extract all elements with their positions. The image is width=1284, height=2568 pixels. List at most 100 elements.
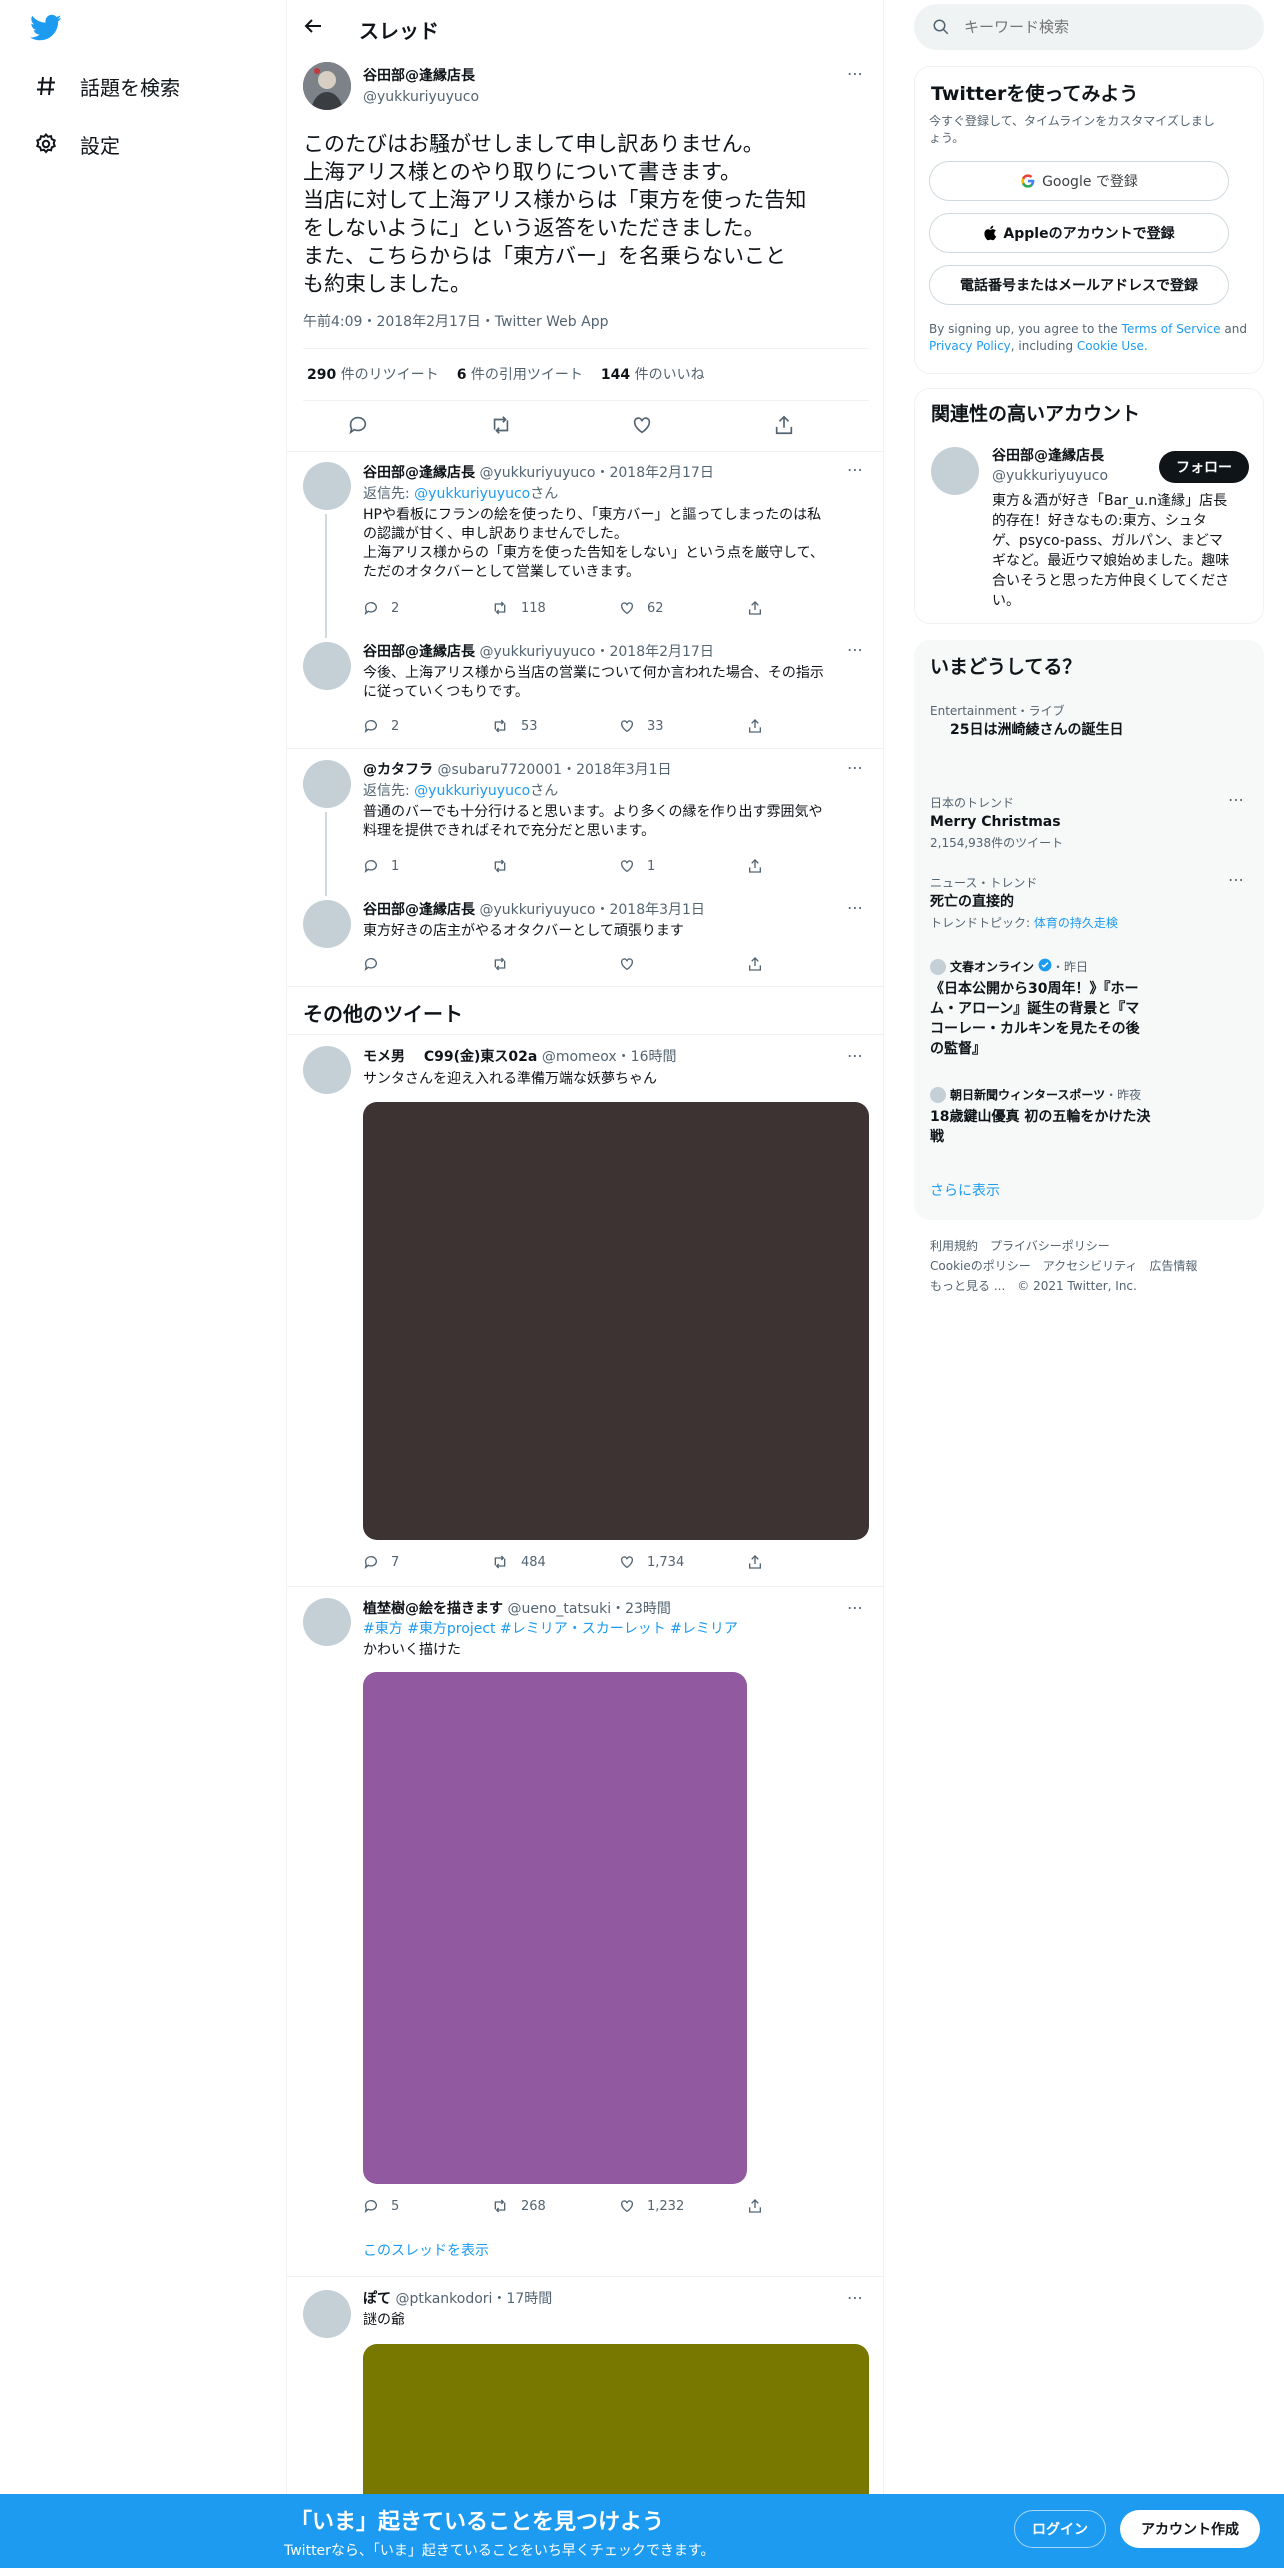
share-button[interactable] bbox=[747, 600, 875, 616]
retweet-button[interactable] bbox=[491, 956, 619, 972]
footer-link[interactable]: 利用規約 bbox=[930, 1236, 978, 1256]
footer-link[interactable]: プライバシーポリシー bbox=[990, 1236, 1110, 1256]
more-options-icon[interactable]: ⋯ bbox=[847, 1598, 864, 1617]
share-button[interactable] bbox=[747, 718, 875, 734]
trend-item[interactable]: ニュース・トレンド 死亡の直接的 トレンドトピック: 体育の持久走検 bbox=[930, 874, 1250, 931]
show-thread-link[interactable]: このスレッドを表示 bbox=[363, 2242, 489, 2261]
footer-more-link[interactable]: もっと見る ... bbox=[930, 1276, 1005, 1296]
reply-meta[interactable]: @yukkuriyuyuco・2018年2月17日 bbox=[479, 644, 713, 660]
avatar[interactable] bbox=[931, 447, 979, 495]
more-options-icon[interactable]: ⋯ bbox=[847, 64, 864, 83]
more-options-icon[interactable]: ⋯ bbox=[847, 758, 864, 777]
trend-item[interactable]: Entertainment・ライブ 25日は洲崎綾さんの誕生日 bbox=[930, 702, 1250, 740]
reply-button[interactable]: 2 bbox=[363, 600, 491, 616]
news-item[interactable]: 文春オンライン ・昨日 《日本公開から30周年！》『ホー ム・アローン』誕生の背景… bbox=[930, 958, 1160, 1059]
reply-meta[interactable]: @yukkuriyuyuco・2018年3月1日 bbox=[479, 902, 704, 918]
tweet-timestamp[interactable]: 午前4:09・2018年2月17日・Twitter Web App bbox=[303, 313, 608, 332]
more-options-icon[interactable]: ⋯ bbox=[847, 640, 864, 659]
trend-more-icon[interactable]: ⋯ bbox=[1228, 790, 1245, 809]
reply-to-link[interactable]: @yukkuriyuyuco bbox=[414, 486, 530, 502]
like-icon[interactable] bbox=[631, 414, 653, 440]
like-count[interactable]: 144 件のいいね bbox=[601, 366, 705, 385]
share-button[interactable] bbox=[747, 956, 875, 972]
share-button[interactable] bbox=[747, 2198, 875, 2214]
hashtag-link[interactable]: #東方 bbox=[363, 1621, 403, 1637]
like-button[interactable]: 62 bbox=[619, 600, 747, 616]
apple-signup-button[interactable]: Appleのアカウントで登録 bbox=[929, 213, 1229, 253]
quote-count[interactable]: 6 件の引用ツイート bbox=[457, 366, 583, 385]
reply-author-name[interactable]: 谷田部@逢縁店長 bbox=[363, 465, 475, 481]
terms-link[interactable]: Terms of Service bbox=[1122, 322, 1221, 336]
retweet-button[interactable]: 118 bbox=[491, 600, 619, 616]
author-handle[interactable]: @yukkuriyuyuco bbox=[363, 88, 479, 107]
reply-button[interactable]: 2 bbox=[363, 718, 491, 734]
google-signup-button[interactable]: Google で登録 bbox=[929, 161, 1229, 201]
related-handle[interactable]: @yukkuriyuyuco bbox=[992, 467, 1108, 486]
avatar[interactable] bbox=[303, 62, 351, 110]
retweet-icon[interactable] bbox=[489, 414, 513, 440]
reply-button[interactable]: 7 bbox=[363, 1554, 491, 1570]
phone-email-signup-button[interactable]: 電話番号またはメールアドレスで登録 bbox=[929, 265, 1229, 305]
like-button[interactable]: 1,232 bbox=[619, 2198, 747, 2214]
share-icon[interactable] bbox=[773, 414, 795, 440]
tweet-media-image[interactable] bbox=[363, 1102, 869, 1540]
nav-explore[interactable]: 話題を検索 bbox=[30, 62, 180, 110]
hashtag-link[interactable]: #東方project bbox=[407, 1621, 495, 1637]
privacy-link[interactable]: Privacy Policy bbox=[929, 339, 1011, 353]
show-more-link[interactable]: さらに表示 bbox=[930, 1182, 1000, 1201]
back-arrow-icon[interactable] bbox=[301, 14, 325, 42]
retweet-count[interactable]: 290 件のリツイート bbox=[307, 366, 439, 385]
more-options-icon[interactable]: ⋯ bbox=[847, 1046, 864, 1065]
avatar[interactable] bbox=[303, 1046, 351, 1094]
reply-author-name[interactable]: 谷田部@逢縁店長 bbox=[363, 902, 475, 918]
related-name[interactable]: 谷田部@逢縁店長 bbox=[992, 447, 1104, 466]
reply-to-link[interactable]: @yukkuriyuyuco bbox=[414, 783, 530, 799]
avatar[interactable] bbox=[303, 2290, 351, 2338]
footer-link[interactable]: Cookieのポリシー bbox=[930, 1256, 1031, 1276]
follow-button[interactable]: フォロー bbox=[1159, 451, 1249, 483]
tweet-author-name[interactable]: モメ男 C99(金)東ス02a bbox=[363, 1049, 537, 1065]
reply-meta[interactable]: @yukkuriyuyuco・2018年2月17日 bbox=[479, 465, 713, 481]
avatar[interactable] bbox=[303, 462, 351, 510]
news-item[interactable]: 朝日新聞ウィンタースポーツ ・昨夜 18歳鍵山優真 初の五輪をかけた決 戦 bbox=[930, 1086, 1170, 1147]
reply-button[interactable]: 5 bbox=[363, 2198, 491, 2214]
trend-topic-link[interactable]: 体育の持久走検 bbox=[1034, 916, 1118, 930]
more-options-icon[interactable]: ⋯ bbox=[847, 460, 864, 479]
avatar[interactable] bbox=[303, 642, 351, 690]
hashtag-link[interactable]: #レミリア bbox=[670, 1621, 738, 1637]
like-button[interactable]: 33 bbox=[619, 718, 747, 734]
tweet-author-name[interactable]: 植埜樹@絵を描きます bbox=[363, 1601, 503, 1617]
share-button[interactable] bbox=[747, 858, 875, 874]
tweet-media-image[interactable] bbox=[363, 2344, 869, 2494]
search-input[interactable] bbox=[964, 18, 1224, 36]
more-options-icon[interactable]: ⋯ bbox=[847, 898, 864, 917]
twitter-logo-icon[interactable] bbox=[30, 14, 62, 46]
retweet-button[interactable] bbox=[491, 858, 619, 874]
tweet-author-name[interactable]: ぽて bbox=[363, 2291, 391, 2307]
footer-link[interactable]: アクセシビリティ bbox=[1043, 1256, 1138, 1276]
reply-button[interactable]: 1 bbox=[363, 858, 491, 874]
avatar[interactable] bbox=[303, 760, 351, 808]
tweet-meta[interactable]: @momeox・16時間 bbox=[542, 1049, 677, 1065]
create-account-button[interactable]: アカウント作成 bbox=[1120, 2510, 1260, 2548]
hashtag-link[interactable]: #レミリア・スカーレット bbox=[500, 1621, 666, 1637]
like-button[interactable]: 1 bbox=[619, 858, 747, 874]
tweet-meta[interactable]: @ueno_tatsuki・23時間 bbox=[507, 1601, 670, 1617]
like-button[interactable]: 1,734 bbox=[619, 1554, 747, 1570]
cookie-link[interactable]: Cookie Use. bbox=[1077, 339, 1148, 353]
author-name[interactable]: 谷田部@逢縁店長 bbox=[363, 67, 475, 86]
trend-more-icon[interactable]: ⋯ bbox=[1228, 870, 1245, 889]
like-button[interactable] bbox=[619, 956, 747, 972]
tweet-meta[interactable]: @ptkankodori・17時間 bbox=[395, 2291, 552, 2307]
retweet-button[interactable]: 53 bbox=[491, 718, 619, 734]
reply-author-name[interactable]: 谷田部@逢縁店長 bbox=[363, 644, 475, 660]
reply-meta[interactable]: @subaru7720001・2018年3月1日 bbox=[437, 762, 671, 778]
reply-button[interactable] bbox=[363, 956, 491, 972]
more-options-icon[interactable]: ⋯ bbox=[847, 2288, 864, 2307]
avatar[interactable] bbox=[303, 900, 351, 948]
tweet-media-image[interactable] bbox=[363, 1672, 747, 2184]
reply-icon[interactable] bbox=[347, 414, 369, 440]
login-button[interactable]: ログイン bbox=[1014, 2510, 1106, 2548]
footer-link[interactable]: 広告情報 bbox=[1149, 1256, 1197, 1276]
search-bar[interactable] bbox=[914, 4, 1264, 50]
